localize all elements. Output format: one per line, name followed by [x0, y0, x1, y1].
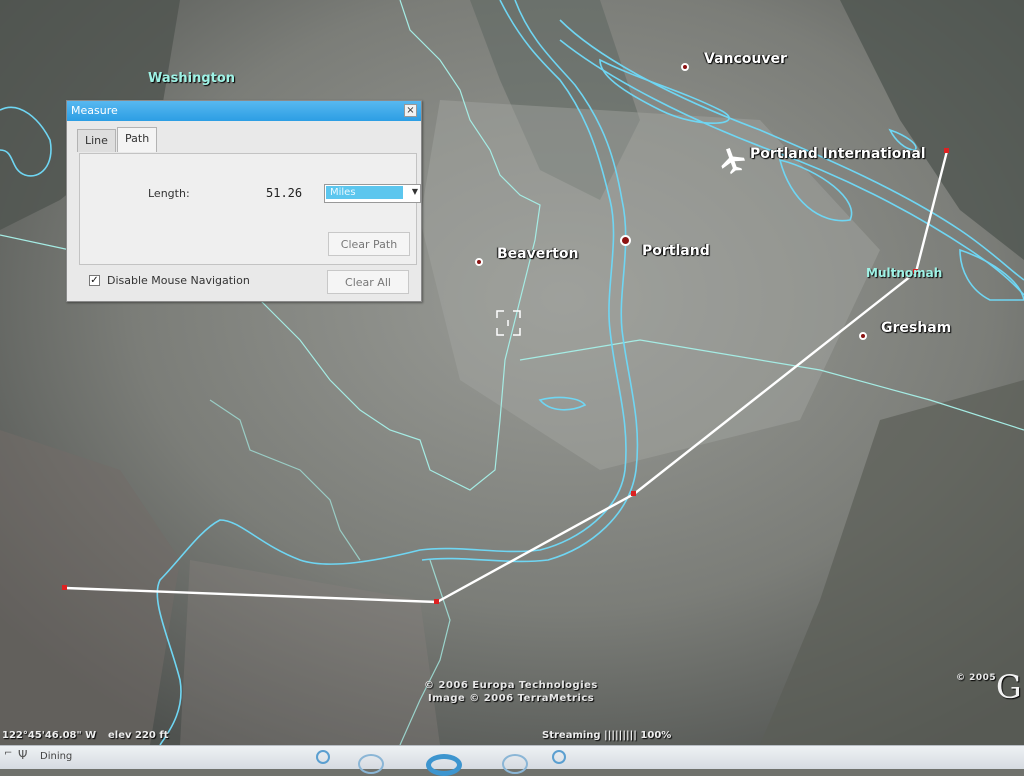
- clear-path-button[interactable]: Clear Path: [328, 232, 410, 256]
- place-label-portland-international[interactable]: Portland International: [750, 146, 926, 162]
- logo-letter: G: [996, 668, 1023, 706]
- unit-select[interactable]: Miles ▼: [324, 184, 421, 203]
- chevron-down-icon[interactable]: ▼: [412, 187, 418, 196]
- measure-panel: Length: 51.26 Miles ▼ Clear Path: [79, 153, 421, 265]
- pin-icon[interactable]: Ψ: [18, 748, 27, 762]
- unit-selected: Miles: [326, 186, 403, 199]
- coordinate-readout: 122°45'46.08" W: [2, 730, 97, 741]
- copyright-right: © 2005: [956, 673, 997, 683]
- elevation-readout: elev 220 ft: [108, 730, 169, 741]
- close-icon[interactable]: ×: [404, 104, 417, 117]
- beaverton-marker-icon[interactable]: [475, 258, 483, 266]
- disable-mouse-nav-checkbox[interactable]: ✓: [89, 275, 100, 286]
- region-label-multnomah: Multnomah: [866, 266, 943, 280]
- length-value: 51.26: [266, 186, 303, 200]
- vancouver-marker-icon[interactable]: [681, 63, 689, 71]
- place-label-portland[interactable]: Portland: [642, 243, 710, 259]
- measure-title: Measure: [71, 104, 118, 117]
- nav-icon[interactable]: [316, 750, 330, 764]
- map-view[interactable]: Vancouver Portland International Portlan…: [0, 0, 1024, 745]
- length-label: Length:: [148, 187, 190, 200]
- streaming-status: Streaming ||||||||| 100%: [542, 730, 672, 741]
- dining-layer-label[interactable]: Dining: [40, 751, 72, 762]
- zoom-icon[interactable]: [502, 754, 528, 774]
- place-label-beaverton[interactable]: Beaverton: [497, 246, 578, 262]
- tab-line[interactable]: Line: [77, 129, 116, 152]
- corner-icon[interactable]: ⌐: [4, 748, 12, 759]
- path-vertex[interactable]: [944, 148, 949, 153]
- measure-titlebar[interactable]: Measure ×: [67, 101, 421, 121]
- region-label-washington: Washington: [148, 71, 236, 86]
- portland-marker-icon[interactable]: [620, 235, 631, 246]
- tab-path[interactable]: Path: [117, 127, 158, 152]
- place-label-vancouver[interactable]: Vancouver: [704, 51, 787, 67]
- taskbar: ⌐ Ψ Dining: [0, 745, 1024, 776]
- gresham-marker-icon[interactable]: [859, 332, 867, 340]
- copyright-europa: © 2006 Europa Technologies: [424, 680, 598, 691]
- disable-mouse-nav-label[interactable]: Disable Mouse Navigation: [107, 274, 250, 287]
- tilt-icon[interactable]: [552, 750, 566, 764]
- path-vertex[interactable]: [62, 585, 67, 590]
- place-label-gresham[interactable]: Gresham: [881, 320, 951, 336]
- move-joystick-icon[interactable]: [426, 754, 462, 776]
- path-vertex[interactable]: [631, 491, 636, 496]
- path-vertex[interactable]: [434, 599, 439, 604]
- look-icon[interactable]: [358, 754, 384, 774]
- clear-all-button[interactable]: Clear All: [327, 270, 409, 294]
- copyright-terrametrics: Image © 2006 TerraMetrics: [428, 693, 595, 704]
- measure-dialog[interactable]: Measure × Line Path Length: 51.26 Miles …: [66, 100, 422, 302]
